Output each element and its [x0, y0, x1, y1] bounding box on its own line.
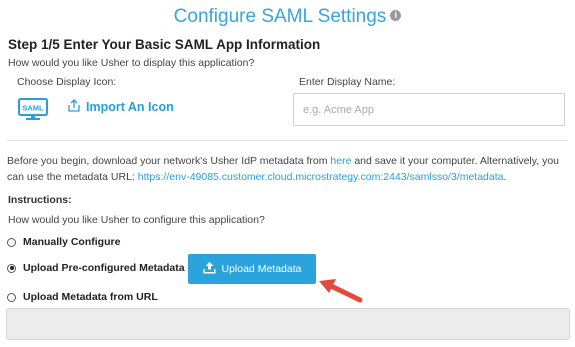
metadata-text-after: .	[503, 170, 507, 183]
radio-upload-preconfigured[interactable]: Upload Pre-configured Metadata	[7, 262, 185, 274]
saml-monitor-icon: SAML	[18, 98, 48, 127]
instructions-question: How would you like Usher to configure th…	[8, 214, 265, 226]
pointer-arrow-icon	[316, 276, 366, 311]
info-icon[interactable]: i	[390, 10, 402, 22]
upload-icon	[68, 99, 80, 115]
radio-manually-configure[interactable]: Manually Configure	[7, 236, 120, 248]
page-title: Configure SAML Settings i	[0, 6, 575, 28]
upload-tray-icon	[203, 261, 216, 277]
display-name-label: Enter Display Name:	[299, 76, 396, 88]
radio-button[interactable]	[7, 237, 16, 247]
radio-label: Manually Configure	[23, 236, 121, 248]
metadata-url-link[interactable]: https://env-49085.customer.cloud.microst…	[138, 171, 504, 183]
upload-metadata-button[interactable]: Upload Metadata	[188, 254, 316, 284]
upload-metadata-label: Upload Metadata	[221, 263, 302, 275]
import-icon-button[interactable]: Import An Icon	[68, 99, 174, 115]
metadata-download-link[interactable]: here	[330, 155, 351, 167]
radio-label: Upload Pre-configured Metadata	[23, 262, 185, 274]
metadata-instructions: Before you begin, download your network'…	[7, 154, 570, 185]
import-icon-label: Import An Icon	[86, 100, 174, 114]
display-name-input[interactable]	[293, 93, 565, 126]
display-icon-label: Choose Display Icon:	[17, 76, 117, 88]
radio-button-selected[interactable]	[7, 263, 16, 273]
section-divider	[7, 140, 568, 141]
svg-text:SAML: SAML	[22, 104, 44, 113]
step-title: Step 1/5 Enter Your Basic SAML App Infor…	[8, 37, 321, 52]
metadata-text-before: Before you begin, download your network'…	[7, 155, 331, 167]
radio-button[interactable]	[7, 292, 16, 302]
page-title-text: Configure SAML Settings	[173, 6, 387, 27]
radio-metadata-from-url[interactable]: Upload Metadata from URL	[7, 291, 158, 303]
instructions-heading: Instructions:	[8, 194, 72, 206]
radio-label: Upload Metadata from URL	[23, 291, 158, 303]
metadata-url-input[interactable]	[6, 308, 570, 340]
step-subtitle: How would you like Usher to display this…	[8, 57, 255, 69]
